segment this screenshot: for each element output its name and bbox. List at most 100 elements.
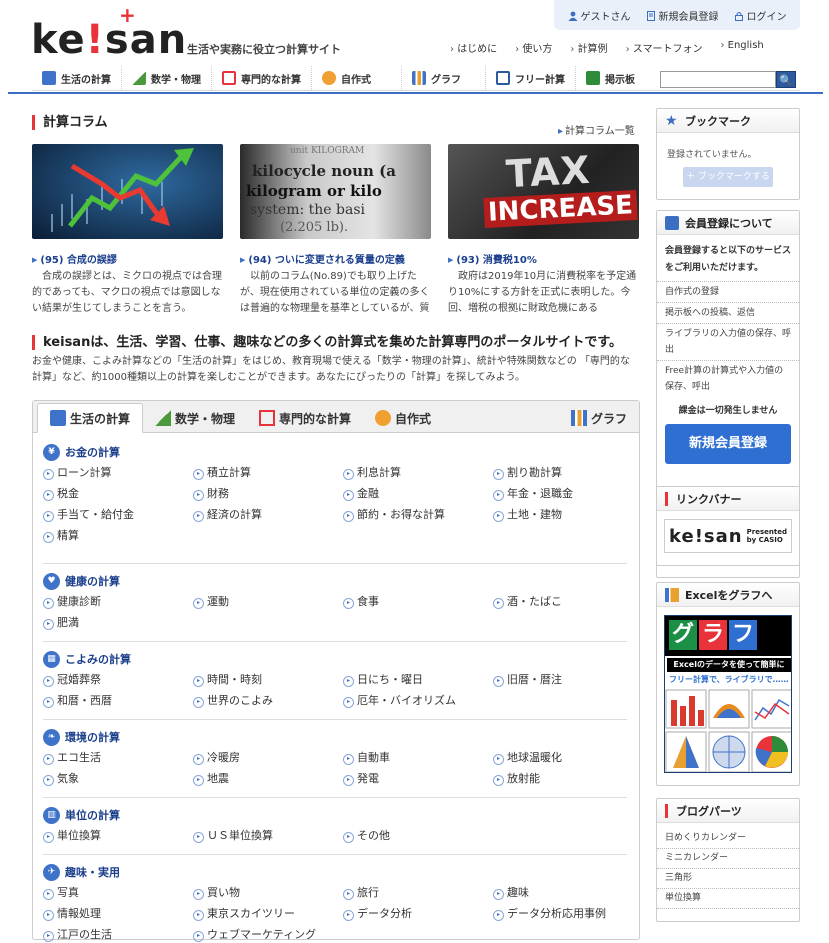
link-world-calendars[interactable]: 世界のこよみ — [193, 692, 343, 709]
nav-graph[interactable]: グラフ — [402, 65, 486, 91]
search-input[interactable] — [660, 71, 776, 88]
column-headline-95[interactable]: (95) 合成の誤謬 — [32, 251, 223, 266]
link-shopping[interactable]: 買い物 — [193, 884, 343, 901]
category-title[interactable]: ✈ 趣味・実用 — [43, 863, 627, 881]
column-image-tax-increase[interactable]: TAX INCREASE — [448, 144, 639, 239]
category-title[interactable]: ▥ 単位の計算 — [43, 806, 627, 824]
link-banner-box: リンクバナー ke!san Presented by CASIO — [656, 486, 800, 566]
link-hobbies[interactable]: 趣味 — [493, 884, 627, 901]
link-dates[interactable]: 日にち・曜日 — [343, 671, 493, 688]
register-link[interactable]: 新規会員登録 — [646, 8, 719, 23]
tab-custom[interactable]: 自作式 — [363, 404, 443, 432]
column-image-dictionary[interactable]: unit KILOGRAM kilocycle noun (a kilogram… — [240, 144, 431, 239]
keisan-logo[interactable]: ke!san + — [31, 5, 186, 60]
link-skytree[interactable]: 東京スカイツリー — [193, 905, 343, 922]
link-earthquake[interactable]: 地震 — [193, 770, 343, 787]
link-other-units[interactable]: その他 — [343, 827, 493, 844]
link-data-analysis[interactable]: データ分析 — [343, 905, 493, 922]
link-interest[interactable]: 利息計算 — [343, 464, 493, 481]
header: ke!san + 生活や実務に役立つ計算サイト ゲストさん 新規会員登録 ログイ… — [0, 0, 829, 94]
link-meal[interactable]: 食事 — [343, 593, 493, 610]
link-settlement[interactable]: 精算 — [43, 527, 193, 544]
column-card-93: TAX INCREASE (93) 消費税10% 政府は2019年10月に消費税… — [448, 144, 639, 317]
link-real-estate[interactable]: 土地・建物 — [493, 506, 627, 523]
category-title[interactable]: ♥ 健康の計算 — [43, 572, 627, 590]
tab-life[interactable]: 生活の計算 — [37, 403, 144, 433]
link-web-marketing[interactable]: ウェブマーケティング — [193, 926, 343, 943]
nav-free-calc[interactable]: フリー計算 — [486, 65, 576, 91]
link-banking[interactable]: 金融 — [343, 485, 493, 502]
link-alcohol-tobacco[interactable]: 酒・たばこ — [493, 593, 627, 610]
link-loan[interactable]: ローン計算 — [43, 464, 193, 481]
subnav-smartphone[interactable]: スマートフォン — [626, 40, 703, 55]
link-era[interactable]: 和暦・西暦 — [43, 692, 193, 709]
triangle-ruler-icon — [132, 71, 146, 85]
link-it[interactable]: 情報処理 — [43, 905, 193, 922]
link-economy[interactable]: 経済の計算 — [193, 506, 343, 523]
link-lunar-calendar[interactable]: 旧暦・暦注 — [493, 671, 627, 688]
subnav-intro[interactable]: はじめに — [450, 40, 497, 55]
nav-life[interactable]: 生活の計算 — [32, 65, 122, 91]
subnav-english[interactable]: English — [720, 40, 764, 55]
keisan-banner[interactable]: ke!san Presented by CASIO — [664, 519, 792, 553]
ruler-icon: ▥ — [43, 806, 60, 824]
tagline: 生活や実務に役立つ計算サイト — [187, 43, 341, 56]
login-link[interactable]: ログイン — [734, 8, 787, 23]
nav-math[interactable]: 数学・物理 — [122, 65, 212, 91]
link-hvac[interactable]: 冷暖房 — [193, 749, 343, 766]
blog-part-triangle[interactable]: 三角形 — [657, 869, 799, 889]
excel-graph-banner[interactable]: グ ラ フ Excelのデータを使って簡単に フリー計算で、ライブラリで…… — [664, 615, 792, 773]
user-bar: ゲストさん 新規会員登録 ログイン — [554, 0, 800, 30]
blog-part-daily-calendar[interactable]: 日めくりカレンダー — [657, 829, 799, 849]
link-biorhythm[interactable]: 厄年・バイオリズム — [343, 692, 493, 709]
column-headline-93[interactable]: (93) 消費税10% — [448, 251, 639, 266]
category-title[interactable]: ❧ 環境の計算 — [43, 728, 627, 746]
link-obesity[interactable]: 肥満 — [43, 614, 193, 631]
link-radioactivity[interactable]: 放射能 — [493, 770, 627, 787]
column-list-link[interactable]: 計算コラム一覧 — [558, 122, 635, 137]
tab-professional[interactable]: 専門的な計算 — [247, 404, 363, 432]
link-ceremonies[interactable]: 冠婚葬祭 — [43, 671, 193, 688]
subnav-examples[interactable]: 計算例 — [570, 40, 608, 55]
calculation-categories-box: 生活の計算 数学・物理 専門的な計算 自作式 グラフ ¥お金の計算 ローン計算 … — [32, 400, 640, 943]
link-tax[interactable]: 税金 — [43, 485, 193, 502]
triangle-ruler-icon — [155, 410, 172, 426]
blog-part-mini-calendar[interactable]: ミニカレンダー — [657, 849, 799, 869]
link-allowance[interactable]: 手当て・給付金 — [43, 506, 193, 523]
search-button[interactable]: 🔍 — [776, 71, 796, 88]
link-time[interactable]: 時間・時刻 — [193, 671, 343, 688]
category-title[interactable]: ¥ お金の計算 — [43, 443, 627, 461]
link-checkup[interactable]: 健康診断 — [43, 593, 193, 610]
link-savings[interactable]: 積立計算 — [193, 464, 343, 481]
link-us-units[interactable]: ＵＳ単位換算 — [193, 827, 343, 844]
column-headline-94[interactable]: (94) ついに変更される質量の定義 — [240, 251, 431, 266]
category-environment: ❧環境の計算 エコ生活 冷暖房 自動車 地球温暖化 気象 地震 発電 放射能 — [43, 728, 627, 787]
link-exercise[interactable]: 運動 — [193, 593, 343, 610]
link-data-analysis-cases[interactable]: データ分析応用事例 — [493, 905, 627, 922]
tab-math[interactable]: 数学・物理 — [143, 404, 247, 432]
link-photo[interactable]: 写真 — [43, 884, 193, 901]
link-travel[interactable]: 旅行 — [343, 884, 493, 901]
category-health: ♥健康の計算 健康診断 運動 食事 酒・たばこ 肥満 — [43, 572, 627, 631]
link-power[interactable]: 発電 — [343, 770, 493, 787]
bookmark-button[interactable]: ＋ ブックマークする — [683, 167, 773, 187]
column-image-stock-chart[interactable] — [32, 144, 223, 239]
register-button[interactable]: 新規会員登録 — [665, 424, 791, 464]
blog-part-unit-conversion[interactable]: 単位換算 — [657, 889, 799, 909]
link-car[interactable]: 自動車 — [343, 749, 493, 766]
link-pension[interactable]: 年金・退職金 — [493, 485, 627, 502]
link-eco-life[interactable]: エコ生活 — [43, 749, 193, 766]
subnav-usage[interactable]: 使い方 — [515, 40, 552, 55]
tab-graph[interactable]: グラフ — [559, 404, 639, 432]
link-unit-conversion[interactable]: 単位換算 — [43, 827, 193, 844]
link-weather[interactable]: 気象 — [43, 770, 193, 787]
link-finance[interactable]: 財務 — [193, 485, 343, 502]
nav-custom[interactable]: 自作式 — [312, 65, 402, 91]
category-title[interactable]: ▦ こよみの計算 — [43, 650, 627, 668]
nav-professional[interactable]: 専門的な計算 — [212, 65, 312, 91]
link-edo-life[interactable]: 江戸の生活 — [43, 926, 193, 943]
nav-board[interactable]: 掲示板 — [576, 66, 645, 91]
link-global-warming[interactable]: 地球温暖化 — [493, 749, 627, 766]
link-bill-split[interactable]: 割り勘計算 — [493, 464, 627, 481]
link-saving-deals[interactable]: 節約・お得な計算 — [343, 506, 493, 523]
